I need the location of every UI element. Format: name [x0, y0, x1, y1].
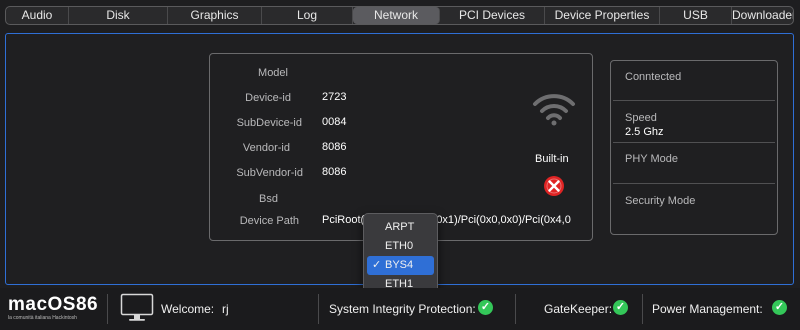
speed-label: Speed	[625, 112, 657, 124]
user-name: rj	[222, 302, 229, 316]
tab-pci-devices[interactable]: PCI Devices	[440, 7, 545, 24]
welcome-label: Welcome:	[161, 302, 215, 316]
power-management-check-icon: ✓	[772, 300, 787, 315]
status-bar: macOS86 la comunità italiana Hackintosh …	[0, 288, 800, 330]
phy-mode-label: PHY Mode	[625, 153, 678, 165]
gatekeeper-check-icon: ✓	[613, 300, 628, 315]
tab-disk[interactable]: Disk	[69, 7, 168, 24]
subvendor-id-value: 8086	[322, 166, 347, 178]
subdevice-id-value: 0084	[322, 116, 347, 128]
builtin-label: Built-in	[535, 153, 569, 165]
monitor-icon	[120, 293, 154, 328]
divider	[613, 142, 775, 143]
device-id-label: Device-id	[245, 92, 291, 104]
bsd-dropdown-menu: ARPT ETH0 ✓ BYS4 ETH1	[363, 213, 438, 297]
tab-bar: Audio Disk Graphics Log Network PCI Devi…	[5, 6, 794, 25]
tab-downloader[interactable]: Downloader	[732, 7, 793, 24]
tab-graphics[interactable]: Graphics	[168, 7, 262, 24]
connected-label: Conntected	[625, 71, 682, 83]
subvendor-id-label: SubVendor-id	[236, 167, 303, 179]
model-label: Model	[258, 67, 288, 79]
tab-log[interactable]: Log	[262, 7, 353, 24]
sip-check-icon: ✓	[478, 300, 493, 315]
device-path-value: PciRoot(0x0)/Pci(0x1C,0x1)/Pci(0x0,0x0)/…	[322, 214, 571, 226]
tab-device-properties[interactable]: Device Properties	[545, 7, 660, 24]
divider	[515, 294, 516, 324]
device-id-value: 2723	[322, 91, 347, 103]
security-mode-label: Security Mode	[625, 195, 696, 207]
vendor-id-value: 8086	[322, 141, 347, 153]
bsd-label: Bsd	[259, 193, 278, 205]
device-path-label: Device Path	[239, 215, 299, 227]
wifi-icon	[532, 92, 576, 133]
divider	[613, 183, 775, 184]
bsd-option-arpt[interactable]: ARPT	[367, 218, 434, 237]
divider	[613, 100, 775, 101]
sip-label: System Integrity Protection:	[329, 302, 476, 316]
speed-value: 2.5 Ghz	[625, 126, 664, 138]
divider	[318, 294, 319, 324]
power-management-label: Power Management:	[652, 302, 763, 316]
red-x-icon	[543, 175, 565, 202]
connection-status-panel: Conntected Speed 2.5 Ghz PHY Mode Securi…	[610, 60, 778, 235]
divider	[107, 294, 108, 324]
tab-usb[interactable]: USB	[660, 7, 732, 24]
vendor-id-label: Vendor-id	[242, 142, 290, 154]
subdevice-id-label: SubDevice-id	[236, 117, 302, 129]
bsd-option-eth0[interactable]: ETH0	[367, 237, 434, 256]
tab-audio[interactable]: Audio	[6, 7, 69, 24]
macos86-logo: macOS86 la comunità italiana Hackintosh	[8, 294, 99, 322]
tab-network[interactable]: Network	[353, 7, 440, 24]
bsd-option-bys4[interactable]: ✓ BYS4	[367, 256, 434, 275]
checkmark-icon: ✓	[372, 259, 382, 271]
gatekeeper-label: GateKeeper:	[544, 302, 613, 316]
divider	[642, 294, 643, 324]
